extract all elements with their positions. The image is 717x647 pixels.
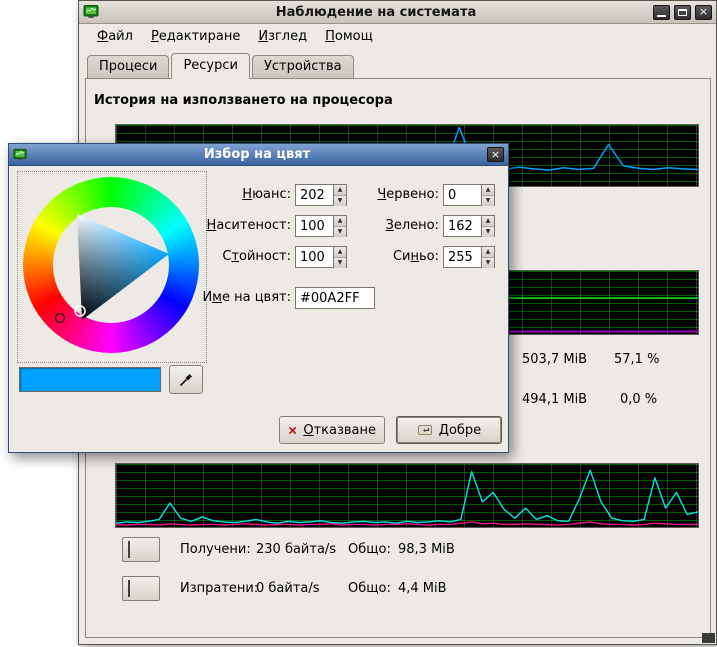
memory-used-value: 503,7 MiB bbox=[522, 352, 587, 367]
color-preview bbox=[19, 367, 161, 392]
dialog-close-button[interactable]: × bbox=[487, 147, 504, 162]
ok-icon bbox=[417, 422, 433, 438]
notebook-tabs: Процеси Ресурси Устройства bbox=[79, 52, 356, 78]
swap-used-percent: 0,0 % bbox=[620, 392, 657, 407]
resize-grip[interactable] bbox=[702, 633, 715, 643]
sent-total: 4,4 MiB bbox=[398, 581, 447, 596]
ok-button-label: Добре bbox=[439, 423, 481, 438]
value-value[interactable]: 100 bbox=[296, 247, 333, 267]
cancel-button-label: Отказване bbox=[303, 423, 376, 438]
sent-rate: 0 байта/s bbox=[256, 581, 320, 596]
hue-label: Нюанс: bbox=[199, 187, 291, 202]
tab-processes[interactable]: Процеси bbox=[87, 55, 169, 78]
red-spinbox[interactable]: 0 ▲▼ bbox=[443, 184, 495, 206]
main-titlebar[interactable]: Наблюдение на системата × bbox=[79, 1, 716, 24]
sent-color-swatch bbox=[128, 580, 130, 597]
green-spinbox[interactable]: 162 ▲▼ bbox=[443, 215, 495, 237]
saturation-step-down[interactable]: ▼ bbox=[334, 226, 346, 237]
sent-label: Изпратени: bbox=[180, 581, 258, 596]
color-wheel[interactable] bbox=[17, 171, 207, 363]
red-step-down[interactable]: ▼ bbox=[482, 195, 494, 206]
menu-help[interactable]: Помощ bbox=[317, 26, 381, 47]
received-total: 98,3 MiB bbox=[398, 542, 455, 557]
maximize-button[interactable] bbox=[674, 5, 691, 20]
received-color-swatch bbox=[128, 541, 130, 558]
swap-used-value: 494,1 MiB bbox=[522, 392, 587, 407]
hue-value[interactable]: 202 bbox=[296, 185, 333, 205]
saturation-label: Наситеност: bbox=[199, 218, 291, 233]
memory-used-percent: 57,1 % bbox=[614, 352, 659, 367]
minimize-icon bbox=[657, 15, 666, 17]
saturation-spinbox[interactable]: 100 ▲▼ bbox=[295, 215, 347, 237]
value-step-down[interactable]: ▼ bbox=[334, 257, 346, 268]
value-spinbox[interactable]: 100 ▲▼ bbox=[295, 246, 347, 268]
window-title: Наблюдение на системата bbox=[103, 5, 649, 20]
received-rate: 230 байта/s bbox=[256, 542, 336, 557]
hue-step-down[interactable]: ▼ bbox=[334, 195, 346, 206]
cancel-icon bbox=[288, 423, 297, 438]
saturation-value[interactable]: 100 bbox=[296, 216, 333, 236]
minimize-button[interactable] bbox=[653, 5, 670, 20]
tab-resources[interactable]: Ресурси bbox=[171, 53, 250, 79]
green-label: Зелено: bbox=[347, 218, 439, 233]
received-color-button[interactable] bbox=[122, 537, 160, 562]
red-label: Червено: bbox=[347, 187, 439, 202]
green-step-up[interactable]: ▲ bbox=[482, 216, 494, 226]
menubar: Файл Редактиране Изглед Помощ bbox=[79, 24, 716, 48]
menu-file[interactable]: Файл bbox=[89, 26, 141, 47]
hue-spinbox[interactable]: 202 ▲▼ bbox=[295, 184, 347, 206]
hue-marker[interactable] bbox=[56, 314, 65, 323]
blue-value[interactable]: 255 bbox=[444, 247, 481, 267]
red-value[interactable]: 0 bbox=[444, 185, 481, 205]
maximize-icon bbox=[678, 9, 687, 16]
green-value[interactable]: 162 bbox=[444, 216, 481, 236]
hsv-triangle[interactable] bbox=[23, 177, 199, 353]
sent-color-button[interactable] bbox=[122, 576, 160, 601]
blue-spinbox[interactable]: 255 ▲▼ bbox=[443, 246, 495, 268]
blue-step-down[interactable]: ▼ bbox=[482, 257, 494, 268]
color-name-input[interactable] bbox=[295, 287, 375, 309]
system-monitor-icon bbox=[83, 4, 99, 20]
color-name-label: Име на цвят: bbox=[199, 290, 291, 305]
tab-devices[interactable]: Устройства bbox=[252, 55, 354, 78]
network-history-chart bbox=[115, 463, 699, 528]
network-sent-row: Изпратени: 0 байта/s Общо: 4,4 MiB bbox=[122, 575, 542, 601]
received-label: Получени: bbox=[180, 542, 251, 557]
ok-button[interactable]: Добре bbox=[396, 416, 502, 444]
cpu-history-heading: История на използването на процесора bbox=[94, 93, 393, 108]
network-received-row: Получени: 230 байта/s Общо: 98,3 MiB bbox=[122, 536, 542, 562]
menu-edit[interactable]: Редактиране bbox=[143, 26, 248, 47]
red-step-up[interactable]: ▲ bbox=[482, 185, 494, 195]
menu-view[interactable]: Изглед bbox=[250, 26, 315, 47]
sent-total-label: Общо: bbox=[348, 581, 391, 596]
dialog-body: Нюанс: 202 ▲▼ Наситеност: 100 ▲▼ Стойнос… bbox=[9, 166, 508, 452]
received-total-label: Общо: bbox=[348, 542, 391, 557]
cancel-button[interactable]: Отказване bbox=[279, 416, 385, 444]
dialog-title: Избор на цвят bbox=[31, 147, 483, 162]
eyedropper-button[interactable] bbox=[169, 365, 203, 394]
blue-step-up[interactable]: ▲ bbox=[482, 247, 494, 257]
value-step-up[interactable]: ▲ bbox=[334, 247, 346, 257]
blue-label: Синьо: bbox=[347, 249, 439, 264]
green-step-down[interactable]: ▼ bbox=[482, 226, 494, 237]
saturation-step-up[interactable]: ▲ bbox=[334, 216, 346, 226]
dialog-titlebar[interactable]: Избор на цвят × bbox=[9, 144, 508, 166]
dialog-icon bbox=[13, 148, 27, 162]
hue-step-up[interactable]: ▲ bbox=[334, 185, 346, 195]
close-button[interactable]: × bbox=[695, 5, 712, 20]
value-label: Стойност: bbox=[199, 249, 291, 264]
eyedropper-icon bbox=[178, 372, 194, 388]
color-picker-dialog: Избор на цвят × bbox=[8, 143, 509, 453]
